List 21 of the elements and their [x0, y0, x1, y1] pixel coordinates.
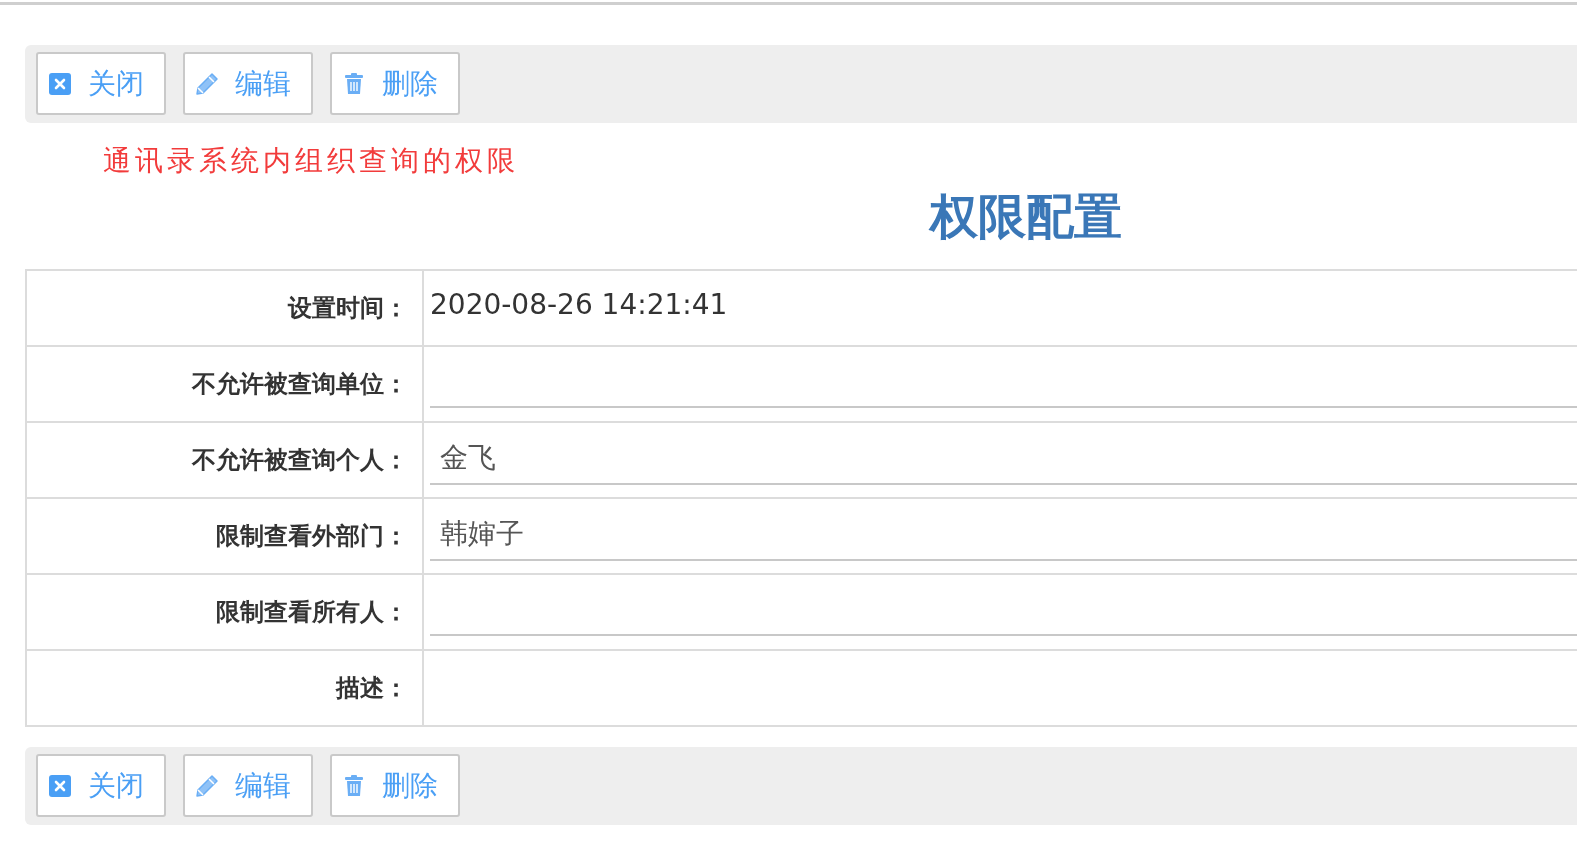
page-title: 权限配置: [927, 189, 1123, 243]
field-label: 不允许被查询个人：: [26, 422, 423, 499]
field-label: 不允许被查询单位：: [26, 346, 423, 423]
trash-icon: [342, 71, 366, 96]
close-button[interactable]: 关闭: [36, 754, 166, 818]
close-button[interactable]: 关闭: [36, 52, 166, 115]
field-value: 2020-08-26 14:21:41: [430, 288, 728, 322]
close-icon: [48, 71, 72, 96]
edit-button[interactable]: 编辑: [183, 754, 313, 818]
field-label: 描述：: [26, 650, 423, 727]
edit-button[interactable]: 编辑: [183, 52, 313, 115]
field-label: 限制查看所有人：: [26, 574, 423, 651]
delete-button[interactable]: 删除: [330, 754, 460, 818]
note-text: 通讯录系统内组织查询的权限: [102, 144, 520, 178]
pencil-icon: [195, 71, 219, 96]
field-label: 限制查看外部门：: [26, 498, 423, 575]
delete-button[interactable]: 删除: [330, 52, 460, 115]
pencil-icon: [195, 773, 219, 798]
close-icon: [48, 773, 72, 798]
trash-icon: [342, 773, 366, 798]
field-label: 设置时间：: [26, 270, 423, 347]
